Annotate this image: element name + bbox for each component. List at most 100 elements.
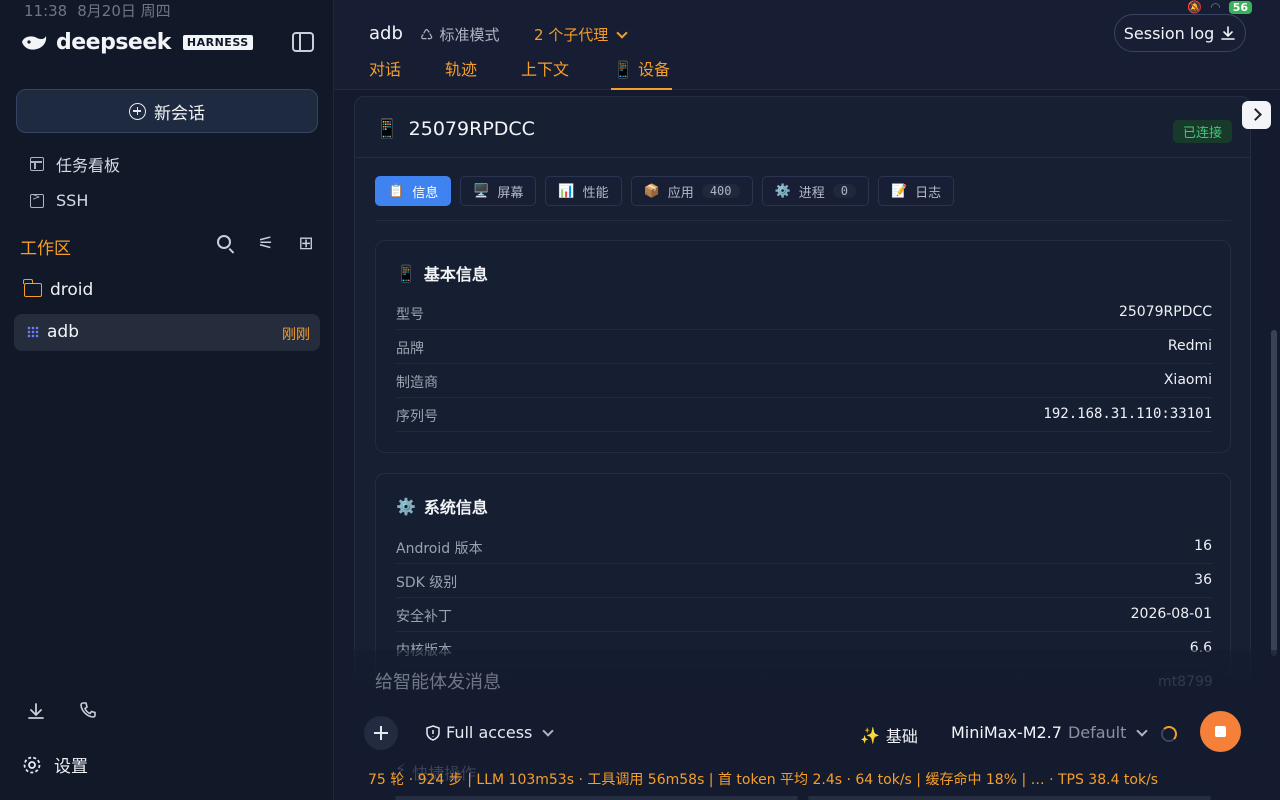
brand-logo: deepseek HARNESS — [20, 30, 253, 55]
loading-dots-icon — [27, 326, 39, 338]
gear-icon: ⚙️ — [774, 183, 791, 199]
new-chat-button[interactable]: 新会话 — [16, 89, 318, 133]
memo-icon: 📝 — [890, 183, 908, 199]
expand-panel-button[interactable] — [1242, 101, 1271, 129]
subtab-info[interactable]: 📋 信息 — [375, 176, 452, 206]
phone-icon: 📱 — [375, 118, 399, 140]
sidebar: deepseek HARNESS 新会话 任务看板 SSH 工作区 ⚟ ⊞ dr… — [0, 0, 334, 800]
subtab-label: 信息 — [412, 185, 439, 201]
info-key: 品牌 — [396, 341, 424, 357]
new-folder-button[interactable]: ⊞ — [296, 234, 316, 254]
download-icon — [1221, 26, 1236, 40]
device-subtabs: 📋 信息 🖥️ 屏幕 📊 性能 📦 应用 400 ⚙️ 进程 0 📝 日志 — [375, 176, 955, 206]
mode-label: 标准模式 — [439, 26, 500, 44]
composer-hint: mt8799 — [1158, 674, 1213, 690]
subtab-label: 屏幕 — [497, 185, 524, 201]
battery-badge: 56 — [1228, 0, 1252, 14]
workspace-header: 工作区 ⚟ ⊞ — [20, 234, 316, 260]
status-bar: 11:38 8月20日 周四 🔕 ◠ 56 — [0, 0, 1280, 20]
new-chat-label: 新会话 — [154, 103, 205, 124]
phone-icon[interactable] — [78, 700, 98, 720]
section-title-text: 系统信息 — [423, 498, 488, 517]
info-key: Android 版本 — [396, 541, 483, 557]
info-row: 制造商 Xiaomi — [396, 364, 1212, 398]
sidebar-item-task-board[interactable]: 任务看板 — [30, 152, 120, 176]
chevron-down-icon — [542, 724, 555, 737]
quick-action-strip — [808, 796, 1211, 800]
folder-icon — [23, 279, 42, 297]
info-key: 型号 — [396, 307, 424, 323]
sidebar-item-ssh[interactable]: SSH — [30, 191, 88, 210]
sidebar-item-label: SSH — [56, 191, 89, 210]
subtab-processes[interactable]: ⚙️ 进程 0 — [761, 176, 869, 206]
tab-trajectory[interactable]: 轨迹 — [445, 56, 477, 90]
info-row: 序列号 192.168.31.110:33101 — [396, 398, 1212, 432]
session-name: adb — [47, 322, 79, 342]
filter-button[interactable]: ⚟ — [256, 234, 276, 254]
attach-button[interactable] — [364, 716, 398, 750]
info-key: 安全补丁 — [396, 609, 452, 625]
stop-button[interactable] — [1200, 711, 1241, 752]
subtab-performance[interactable]: 📊 性能 — [545, 176, 622, 206]
shield-icon — [426, 724, 440, 741]
session-item[interactable]: adb 刚刚 — [14, 314, 320, 351]
model-default-label: Default — [1067, 723, 1127, 742]
tab-chat[interactable]: 对话 — [369, 56, 401, 90]
session-title: adb — [369, 23, 403, 44]
subtab-screen[interactable]: 🖥️ 屏幕 — [460, 176, 537, 206]
tab-context[interactable]: 上下文 — [521, 56, 569, 90]
package-icon: 📦 — [643, 183, 660, 199]
download-icon[interactable] — [26, 701, 46, 721]
status-date: 8月20日 周四 — [77, 2, 171, 20]
info-value: 192.168.31.110:33101 — [1043, 406, 1212, 422]
access-dropdown[interactable]: Full access — [426, 723, 555, 742]
info-key: 序列号 — [396, 409, 438, 425]
device-name: 25079RPDCC — [408, 117, 535, 140]
subtab-label: 性能 — [582, 185, 609, 201]
search-button[interactable] — [216, 234, 236, 254]
subtab-label: 进程 — [798, 185, 825, 201]
device-header: 📱 25079RPDCC — [375, 117, 535, 141]
info-value: 36 — [1194, 572, 1212, 588]
info-row: 型号 25079RPDCC — [396, 296, 1212, 330]
status-badge: 已连接 — [1172, 120, 1232, 143]
loading-spinner-icon — [1161, 726, 1177, 742]
subtab-logs[interactable]: 📝 日志 — [877, 176, 955, 206]
subtab-label: 日志 — [915, 185, 942, 201]
search-icon — [217, 235, 231, 249]
sidebar-item-label: 任务看板 — [56, 156, 121, 175]
scrollbar-thumb[interactable] — [1271, 330, 1277, 656]
workspace-title: 工作区 — [20, 239, 71, 259]
stats-bar: 75 轮 · 924 步 | LLM 103m53s · 工具调用 56m58s… — [368, 772, 1159, 788]
settings-button[interactable]: 设置 — [22, 752, 88, 777]
gear-icon — [23, 756, 41, 773]
terminal-icon — [30, 192, 44, 208]
subagents-dropdown[interactable]: 2 个子代理 — [534, 24, 628, 45]
chevron-down-icon — [616, 26, 628, 39]
divider — [375, 220, 1231, 221]
recycle-icon: ♺ — [420, 25, 434, 44]
message-input[interactable]: 给智能体发消息 — [375, 668, 501, 694]
workspace-folder[interactable]: droid — [23, 279, 93, 300]
chevron-down-icon — [1136, 724, 1149, 737]
section-title: 📱 基本信息 — [396, 261, 488, 285]
section-title: ⚙️ 系统信息 — [396, 494, 488, 518]
clipboard-icon: 📋 — [388, 183, 405, 199]
model-selector[interactable]: MiniMax-M2.7 Default — [951, 723, 1149, 742]
session-time: 刚刚 — [282, 327, 310, 343]
tab-device[interactable]: 📱 设备 — [611, 56, 673, 90]
section-title-text: 基本信息 — [423, 265, 488, 284]
sliders-icon: ⚟ — [257, 233, 275, 254]
mode-selector[interactable]: ♺ 标准模式 — [420, 24, 499, 45]
info-value: 16 — [1194, 538, 1212, 554]
subtab-apps[interactable]: 📦 应用 400 — [630, 176, 753, 206]
sidebar-toggle-icon[interactable] — [292, 32, 314, 52]
whale-icon — [22, 35, 47, 50]
status-time: 11:38 — [24, 1, 68, 20]
basic-mode-button[interactable]: ✨ 基础 — [860, 723, 918, 747]
info-key: 制造商 — [396, 375, 438, 391]
info-key: SDK 级别 — [396, 575, 458, 591]
mute-icon: 🔕 — [1187, 0, 1203, 14]
board-icon — [30, 157, 44, 171]
basic-mode-label: 基础 — [885, 727, 918, 746]
